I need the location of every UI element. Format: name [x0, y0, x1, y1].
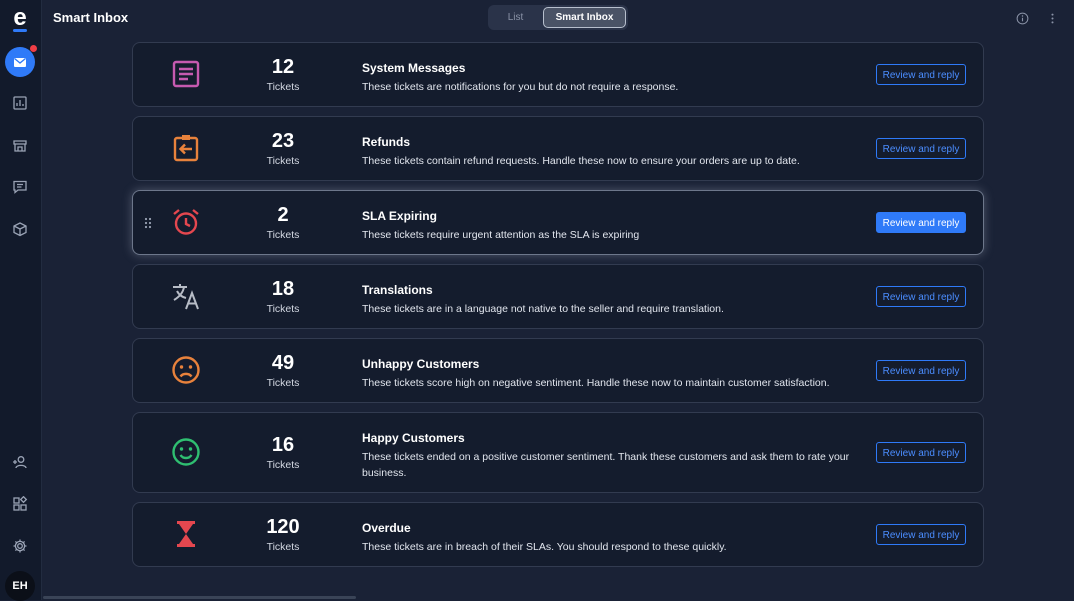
- ticket-count-label: Tickets: [266, 459, 300, 471]
- review-and-reply-button[interactable]: Review and reply: [876, 442, 966, 463]
- category-card-unhappy-customers[interactable]: 49 Tickets Unhappy Customers These ticke…: [132, 338, 984, 403]
- category-title: Overdue: [362, 521, 411, 535]
- review-and-reply-button[interactable]: Review and reply: [876, 138, 966, 159]
- category-description: These tickets contain refund requests. H…: [362, 155, 800, 167]
- info-button[interactable]: [1015, 11, 1029, 25]
- category-title: Refunds: [362, 135, 410, 149]
- mail-icon: [14, 57, 26, 67]
- page-title: Smart Inbox: [53, 10, 129, 25]
- chart-icon: [13, 96, 27, 110]
- category-card-sla-expiring[interactable]: 2 Tickets SLA Expiring These tickets req…: [132, 190, 984, 255]
- ticket-count-label: Tickets: [266, 155, 300, 167]
- hourglass-icon: [171, 519, 201, 549]
- category-card-translations[interactable]: 18 Tickets Translations These tickets ar…: [132, 264, 984, 329]
- ticket-count-label: Tickets: [266, 303, 300, 315]
- package-icon: [13, 222, 27, 237]
- category-description: These tickets are notifications for you …: [362, 81, 679, 93]
- toggle-option-list[interactable]: List: [488, 8, 543, 27]
- notification-dot: [30, 45, 37, 52]
- sidebar: e EH: [0, 0, 42, 601]
- category-card-happy-customers[interactable]: 16 Tickets Happy Customers These tickets…: [132, 412, 984, 493]
- alarm-clock-icon: [171, 207, 201, 237]
- category-title: SLA Expiring: [362, 209, 437, 223]
- ticket-count: 12: [271, 56, 295, 78]
- more-options-button[interactable]: [1045, 11, 1059, 25]
- add-user-icon: [13, 456, 27, 469]
- category-description: These tickets ended on a positive custom…: [362, 451, 850, 479]
- toggle-option-smart-inbox[interactable]: Smart Inbox: [543, 7, 626, 28]
- ticket-count-label: Tickets: [266, 377, 300, 389]
- sidebar-item-analytics[interactable]: [8, 91, 32, 115]
- sidebar-item-store[interactable]: [8, 133, 32, 157]
- happy-face-icon: [171, 437, 201, 467]
- review-and-reply-button[interactable]: Review and reply: [876, 524, 966, 545]
- review-and-reply-button[interactable]: Review and reply: [876, 64, 966, 85]
- info-icon: [1016, 12, 1028, 24]
- more-vertical-icon: [1050, 13, 1054, 23]
- category-title: Happy Customers: [362, 431, 465, 445]
- category-description: These tickets score high on negative sen…: [362, 377, 830, 389]
- category-card-refunds[interactable]: 23 Tickets Refunds These tickets contain…: [132, 116, 984, 181]
- ticket-count: 23: [271, 130, 295, 152]
- category-description: These tickets require urgent attention a…: [362, 229, 640, 241]
- ticket-count: 18: [271, 278, 295, 300]
- view-toggle: List Smart Inbox: [488, 5, 628, 30]
- category-title: Translations: [362, 283, 433, 297]
- user-avatar[interactable]: EH: [5, 571, 35, 601]
- sidebar-item-add-user[interactable]: [8, 450, 32, 474]
- category-title: System Messages: [362, 61, 466, 75]
- review-and-reply-button[interactable]: Review and reply: [876, 212, 966, 233]
- sidebar-item-apps[interactable]: [8, 492, 32, 516]
- apps-icon: [13, 496, 28, 511]
- review-and-reply-button[interactable]: Review and reply: [876, 360, 966, 381]
- ticket-count-label: Tickets: [266, 229, 300, 241]
- sidebar-item-settings[interactable]: [8, 534, 32, 558]
- chat-icon: [13, 180, 27, 194]
- category-title: Unhappy Customers: [362, 357, 480, 371]
- sidebar-item-shipping[interactable]: [8, 217, 32, 241]
- drag-handle-icon[interactable]: [144, 217, 152, 229]
- translate-icon: [171, 281, 201, 311]
- app-logo[interactable]: e: [9, 6, 31, 32]
- category-card-system-messages[interactable]: 12 Tickets System Messages These tickets…: [132, 42, 984, 107]
- sidebar-item-inbox[interactable]: [5, 45, 37, 77]
- category-description: These tickets are in breach of their SLA…: [362, 541, 727, 553]
- ticket-count-label: Tickets: [266, 541, 300, 553]
- ticket-count-label: Tickets: [266, 81, 300, 93]
- clipboard-arrow-icon: [171, 133, 201, 163]
- gear-icon: [13, 539, 27, 553]
- category-description: These tickets are in a language not nati…: [362, 303, 724, 315]
- category-card-overdue[interactable]: 120 Tickets Overdue These tickets are in…: [132, 502, 984, 567]
- horizontal-scrollbar[interactable]: [43, 596, 356, 599]
- sad-face-icon: [171, 355, 201, 385]
- review-and-reply-button[interactable]: Review and reply: [876, 286, 966, 307]
- ticket-count: 16: [271, 434, 295, 456]
- ticket-count: 120: [266, 516, 300, 538]
- message-box-icon: [171, 59, 201, 89]
- store-icon: [13, 140, 27, 152]
- ticket-count: 49: [271, 352, 295, 374]
- ticket-count: 2: [277, 204, 289, 226]
- sidebar-item-messages[interactable]: [8, 175, 32, 199]
